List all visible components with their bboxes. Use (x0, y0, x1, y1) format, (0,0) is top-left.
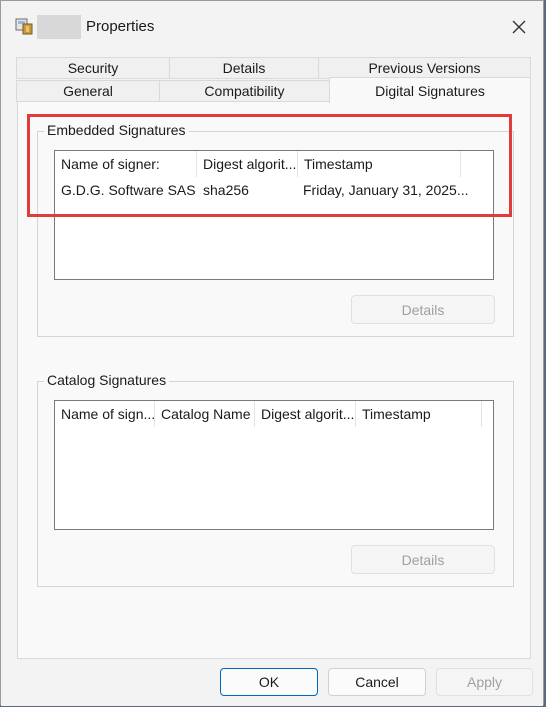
file-properties-icon (15, 17, 35, 35)
catalog-signatures-group: Catalog Signatures Name of sign... Catal… (37, 372, 514, 587)
catalog-signatures-label: Catalog Signatures (44, 372, 170, 388)
column-header-timestamp[interactable]: Timestamp (356, 401, 482, 427)
ok-button[interactable]: OK (220, 668, 318, 696)
tab-details[interactable]: Details (169, 57, 319, 79)
embedded-details-button[interactable]: Details (351, 295, 495, 324)
properties-dialog: Properties Security Details Previous Ver… (0, 0, 544, 706)
close-icon (512, 20, 526, 34)
column-header-digest[interactable]: Digest algorit... (197, 151, 298, 177)
apply-button[interactable]: Apply (436, 668, 533, 696)
close-button[interactable] (505, 13, 533, 41)
tab-previous-versions[interactable]: Previous Versions (318, 57, 531, 79)
tab-security[interactable]: Security (16, 57, 170, 79)
digital-signatures-panel: Embedded Signatures Name of signer: Dige… (17, 101, 531, 659)
window-title: Properties (86, 18, 155, 35)
redacted-filename (37, 15, 81, 39)
tab-general[interactable]: General (16, 80, 160, 102)
embedded-signatures-list[interactable]: Name of signer: Digest algorit... Timest… (54, 150, 494, 280)
title-bar: Properties (1, 1, 543, 51)
embedded-signatures-group: Embedded Signatures Name of signer: Dige… (37, 122, 514, 337)
column-header-timestamp[interactable]: Timestamp (298, 151, 461, 177)
timestamp-cell: Friday, January 31, 2025... (303, 182, 469, 198)
dialog-button-bar: OK Cancel Apply (1, 660, 543, 706)
list-header: Name of sign... Catalog Name Digest algo… (55, 401, 493, 427)
catalog-details-button[interactable]: Details (351, 545, 495, 574)
catalog-signatures-list[interactable]: Name of sign... Catalog Name Digest algo… (54, 400, 494, 530)
digest-cell: sha256 (203, 182, 249, 198)
column-header-signer[interactable]: Name of sign... (55, 401, 155, 427)
cancel-button[interactable]: Cancel (328, 668, 426, 696)
tab-compatibility[interactable]: Compatibility (159, 80, 330, 102)
column-header-digest[interactable]: Digest algorit... (255, 401, 356, 427)
embedded-signatures-label: Embedded Signatures (44, 122, 189, 138)
signer-name-cell: G.D.G. Software SAS (61, 182, 196, 198)
list-header: Name of signer: Digest algorit... Timest… (55, 151, 493, 177)
table-row[interactable]: G.D.G. Software SAS sha256 Friday, Janua… (55, 179, 493, 201)
column-header-signer[interactable]: Name of signer: (55, 151, 197, 177)
column-header-catalog-name[interactable]: Catalog Name (155, 401, 255, 427)
tab-digital-signatures[interactable]: Digital Signatures (329, 77, 531, 103)
